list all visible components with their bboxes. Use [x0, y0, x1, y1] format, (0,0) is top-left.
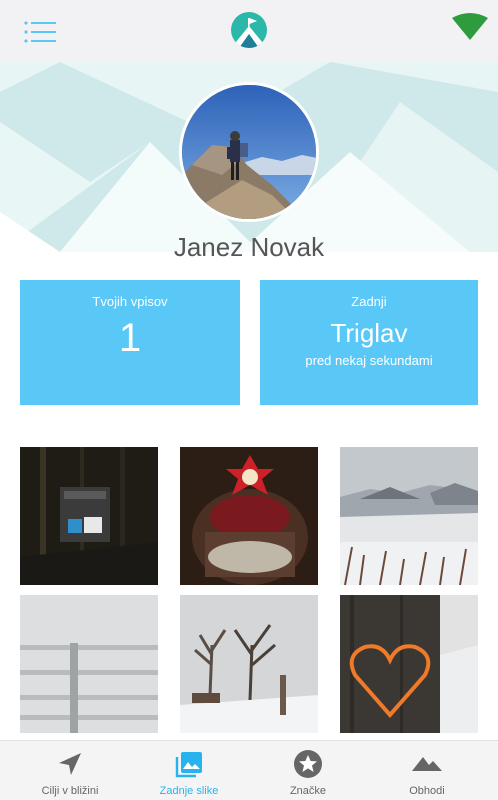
navigation-arrow-icon: [59, 753, 81, 775]
nav-item-nearby[interactable]: Cilji v bližini: [8, 741, 132, 800]
last-entry-name: Triglav: [330, 318, 408, 348]
photos-icon: [175, 752, 202, 778]
avatar[interactable]: [179, 82, 319, 222]
top-bar: [0, 0, 498, 62]
entries-card: Tvojih vpisov 1: [20, 280, 240, 405]
nav-label: Cilji v bližini: [41, 785, 99, 797]
photo-thumbnail[interactable]: [20, 595, 158, 733]
entries-count: 1: [118, 316, 142, 360]
last-entry-caption: Zadnji: [351, 294, 387, 309]
nav-item-badges[interactable]: Značke: [246, 741, 370, 800]
user-name: Janez Novak: [173, 232, 325, 262]
photo-thumbnail[interactable]: [340, 595, 478, 733]
menu-icon[interactable]: [24, 20, 56, 44]
photo-thumbnail[interactable]: [340, 447, 478, 585]
entries-caption: Tvojih vpisov: [92, 294, 168, 309]
last-entry-time: pred nekaj sekundami: [305, 353, 433, 368]
bottom-navigation: Cilji v bližini Zadnje slike Značke Obho…: [0, 740, 498, 800]
nav-label: Značke: [289, 785, 327, 797]
nav-label: Obhodi: [409, 785, 445, 797]
last-entry-card[interactable]: Zadnji Triglav pred nekaj sekundami: [260, 280, 478, 405]
photo-thumbnail[interactable]: [20, 447, 158, 585]
app-logo: [231, 12, 267, 48]
nav-item-recent-photos[interactable]: Zadnje slike: [127, 741, 251, 800]
photo-thumbnail[interactable]: [180, 447, 318, 585]
nav-item-tours[interactable]: Obhodi: [365, 741, 489, 800]
nav-label: Zadnje slike: [159, 785, 219, 797]
star-badge-icon: [294, 750, 322, 778]
photo-thumbnail[interactable]: [180, 595, 318, 733]
mountains-icon: [412, 757, 442, 771]
signal-icon: [452, 13, 488, 40]
